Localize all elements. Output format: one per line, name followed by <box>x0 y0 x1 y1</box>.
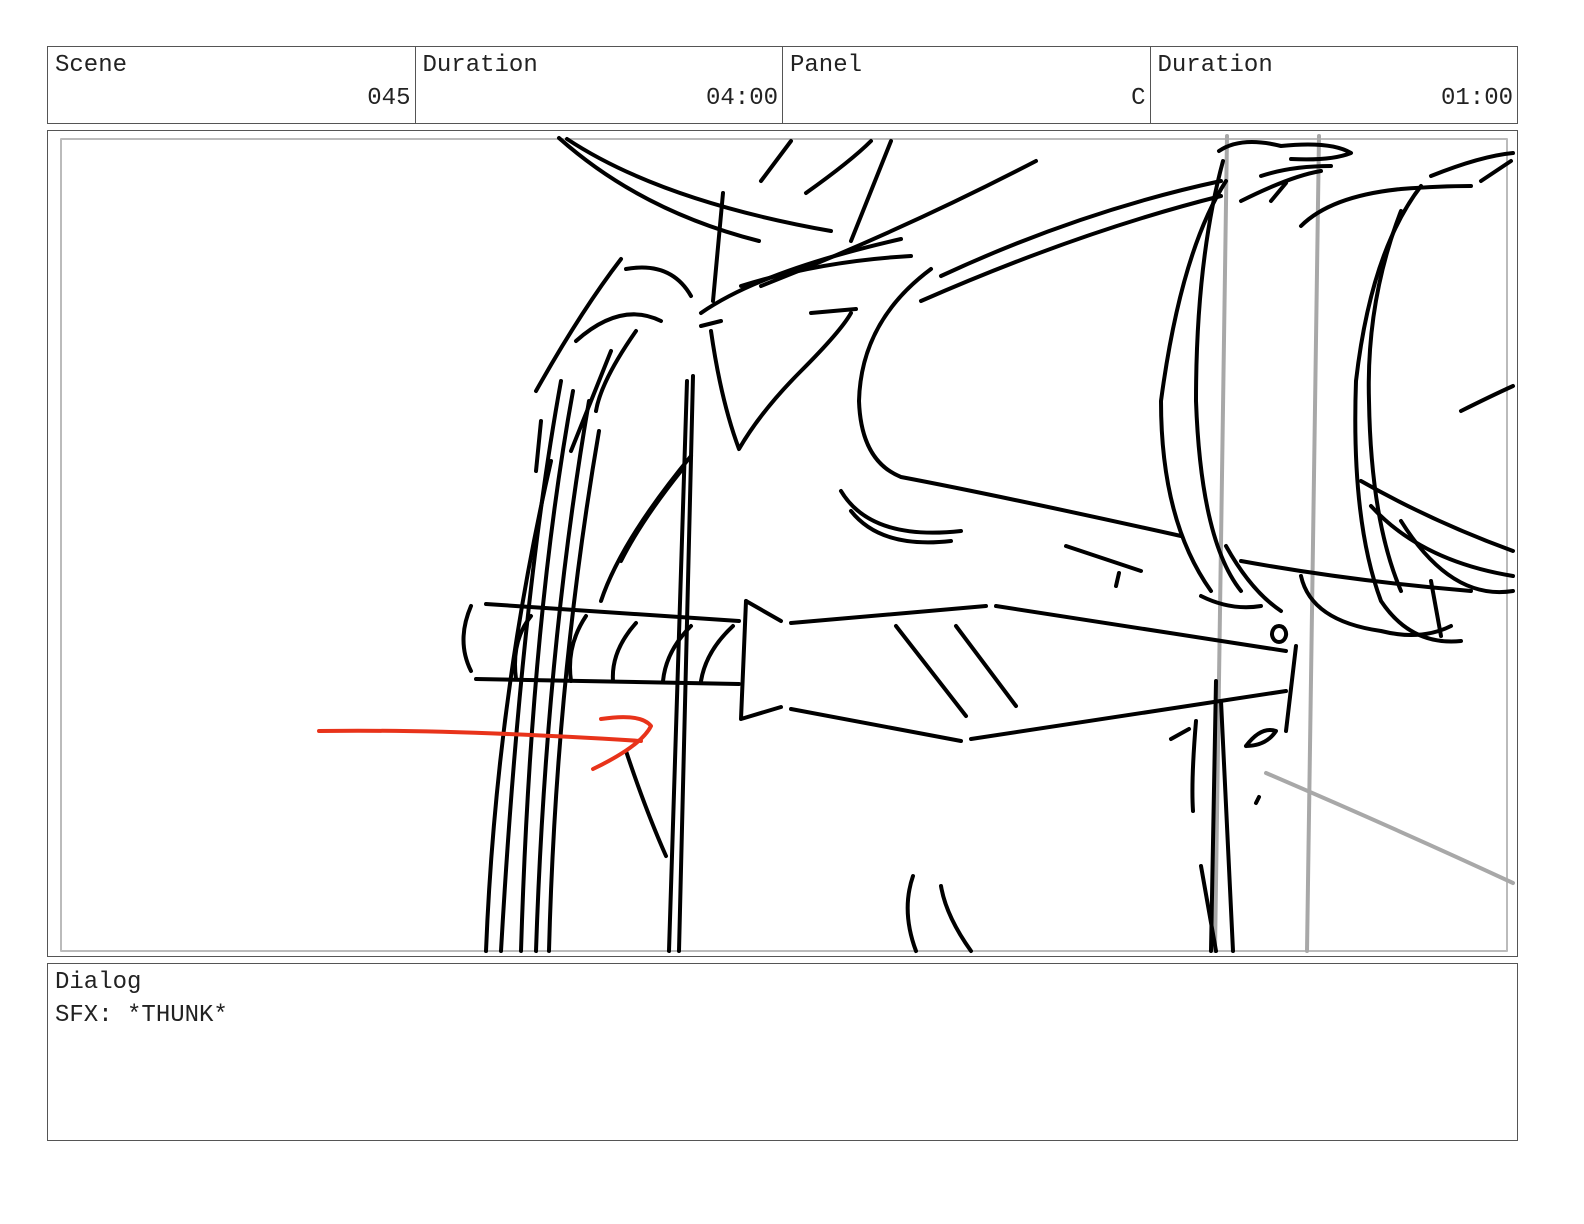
panel-header: Scene 045 Duration 04:00 Panel C Duratio… <box>47 46 1518 124</box>
sketch-drawing <box>60 134 1515 953</box>
sketch-strokes <box>461 136 1515 953</box>
storyboard-panel[interactable] <box>47 130 1518 957</box>
panel-label: Panel <box>790 52 863 79</box>
scene-duration-value[interactable]: 04:00 <box>706 85 778 113</box>
panel-letter[interactable]: C <box>1131 85 1145 113</box>
safe-area-guide <box>60 138 1508 952</box>
panel-cell: Panel C <box>783 47 1151 123</box>
scene-duration-cell: Duration 04:00 <box>416 47 783 123</box>
panel-duration-label: Duration <box>1157 52 1273 79</box>
motion-arrow <box>317 715 653 771</box>
scene-cell: Scene 045 <box>48 47 416 123</box>
dialog-label: Dialog <box>55 969 142 996</box>
panel-duration-cell: Duration 01:00 <box>1151 47 1518 123</box>
dialog-text[interactable]: SFX: *THUNK* <box>55 1002 228 1030</box>
scene-duration-label: Duration <box>422 52 538 79</box>
panel-duration-value[interactable]: 01:00 <box>1441 85 1513 113</box>
scene-number[interactable]: 045 <box>367 85 410 113</box>
scene-label: Scene <box>55 52 128 79</box>
dialog-box: Dialog SFX: *THUNK* <box>47 963 1518 1141</box>
